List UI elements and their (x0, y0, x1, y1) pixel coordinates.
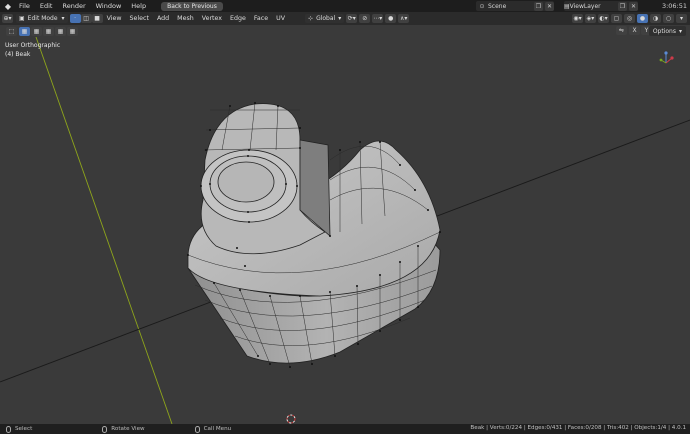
orientation-icon: ⊹ (308, 15, 314, 22)
menu-add[interactable]: Add (153, 15, 173, 22)
copy-view-layer-icon[interactable]: ❐ (618, 1, 627, 11)
xray-icon[interactable]: ▢ (611, 14, 622, 23)
blender-logo-icon[interactable]: ◆ (2, 0, 14, 12)
menu-view[interactable]: View (103, 15, 126, 22)
editor-type-icon[interactable]: ⊕▾ (2, 14, 13, 23)
mode-selector[interactable]: ▣ Edit Mode ▾ (16, 14, 68, 23)
solid-shading-icon[interactable]: ● (637, 14, 648, 23)
select-tool-icon[interactable]: ⬚ (6, 26, 17, 36)
menu-render[interactable]: Render (57, 2, 90, 10)
overlay-icon[interactable]: ◐▾ (598, 14, 609, 23)
status-bar: Select Rotate View Call Menu Beak | Vert… (0, 424, 690, 434)
scene-icon: ⊙ (479, 2, 485, 10)
edge-select-icon[interactable]: ◫ (80, 14, 92, 23)
viewport-subheader: ⬚ ▦ ▦ ▦ ▦ ▦ (0, 25, 690, 37)
select-extend-icon[interactable]: ▦ (31, 26, 42, 36)
orientation-label: Global (316, 15, 336, 22)
close-scene-icon[interactable]: ✕ (545, 1, 554, 11)
mode-icon: ▣ (19, 15, 25, 22)
mirror-icon[interactable]: ⇋ (616, 26, 627, 35)
status-select: Select (6, 425, 33, 433)
menu-edit[interactable]: Edit (35, 2, 58, 10)
menu-file[interactable]: File (14, 2, 35, 10)
mode-label: Edit Mode (27, 15, 58, 22)
axis-gizmo-icon[interactable] (659, 51, 674, 64)
status-rotate-label: Rotate View (111, 426, 145, 432)
status-rotate: Rotate View (102, 425, 145, 433)
transform-orientation-selector[interactable]: ⊹ Global ▾ (305, 14, 345, 23)
status-call-menu-label: Call Menu (203, 426, 232, 432)
top-menu-bar: ◆ File Edit Render Window Help Back to P… (0, 0, 690, 12)
view-layer-name: ViewLayer (569, 2, 601, 10)
view-layer-selector[interactable]: ▤ ViewLayer ❐ ✕ (564, 1, 638, 11)
gizmo-icon[interactable]: ◈▾ (585, 14, 596, 23)
scene-statistics: Beak | Verts:0/224 | Edges:0/431 | Faces… (470, 425, 686, 431)
options-label: Options (652, 27, 676, 35)
select-invert-icon[interactable]: ▦ (55, 26, 66, 36)
chevron-down-icon: ▾ (61, 15, 65, 22)
clock-time: 3:06:51 (661, 2, 687, 10)
snap-icon[interactable]: ⊘ (359, 14, 371, 23)
close-view-layer-icon[interactable]: ✕ (629, 1, 638, 11)
3d-cursor-icon[interactable] (286, 414, 296, 424)
options-dropdown[interactable]: Options ▾ (648, 26, 686, 36)
menu-mesh[interactable]: Mesh (173, 15, 198, 22)
back-to-previous-button[interactable]: Back to Previous (161, 1, 223, 11)
mouse-middle-icon (102, 425, 108, 433)
snap-settings-icon[interactable]: ⋯▾ (372, 14, 384, 23)
proportional-edit-icon[interactable]: ● (385, 14, 397, 23)
visibility-icon[interactable]: ◉▾ (572, 14, 583, 23)
face-select-icon[interactable]: ■ (91, 14, 103, 23)
viewport-header: ⊕▾ ▣ Edit Mode ▾ · ◫ ■ View Select Add M… (0, 12, 690, 25)
menu-edge[interactable]: Edge (226, 15, 250, 22)
pivot-point-icon[interactable]: ⟳▾ (346, 14, 358, 23)
mouse-left-icon (6, 425, 11, 433)
mouse-right-icon (194, 425, 200, 433)
status-call-menu: Call Menu (194, 425, 232, 433)
3d-viewport[interactable] (0, 37, 690, 424)
select-subtract-icon[interactable]: ▦ (43, 26, 54, 36)
y-axis-line (35, 37, 173, 424)
eye-ring-inner (217, 161, 275, 203)
shading-options-icon[interactable]: ▾ (676, 14, 687, 23)
active-object-label: (4) Beak (5, 51, 31, 58)
material-shading-icon[interactable]: ◑ (650, 14, 661, 23)
axis-x-button[interactable]: X (629, 26, 640, 35)
scene-name: Scene (488, 2, 507, 10)
vertex-select-icon[interactable]: · (69, 14, 81, 23)
menu-select[interactable]: Select (126, 15, 153, 22)
status-select-label: Select (15, 426, 33, 432)
viewport-info: User Orthographic (4) Beak (5, 41, 60, 59)
chevron-down-icon: ▾ (678, 27, 682, 35)
menu-uv[interactable]: UV (272, 15, 289, 22)
menu-help[interactable]: Help (126, 2, 151, 10)
chevron-down-icon: ▾ (338, 15, 342, 22)
menu-window[interactable]: Window (91, 2, 127, 10)
scene-selector[interactable]: ⊙ Scene ❐ ✕ (476, 1, 554, 11)
menu-face[interactable]: Face (250, 15, 272, 22)
copy-scene-icon[interactable]: ❐ (534, 1, 543, 11)
rendered-shading-icon[interactable]: ○ (663, 14, 674, 23)
select-intersect-icon[interactable]: ▦ (67, 26, 78, 36)
view-name: User Orthographic (5, 42, 61, 49)
wireframe-shading-icon[interactable]: ◎ (624, 14, 635, 23)
menu-vertex[interactable]: Vertex (198, 15, 226, 22)
proportional-falloff-icon[interactable]: ∧▾ (398, 14, 410, 23)
select-new-icon[interactable]: ▦ (19, 26, 30, 36)
